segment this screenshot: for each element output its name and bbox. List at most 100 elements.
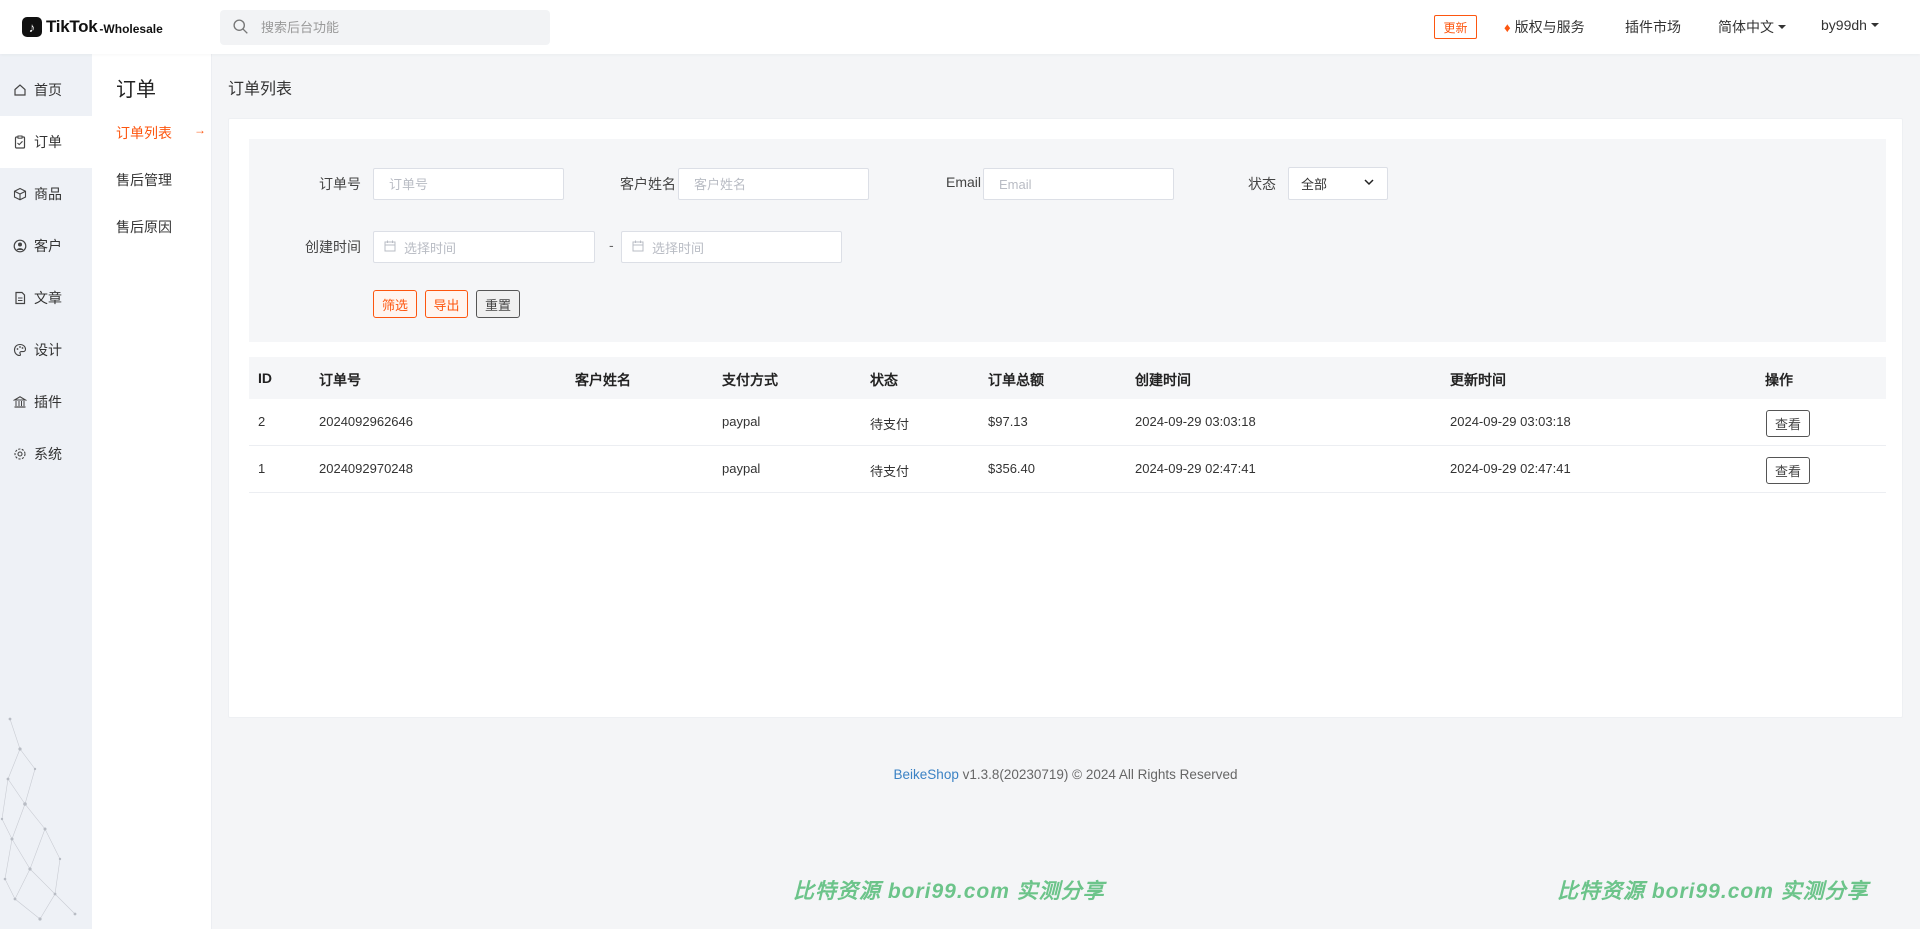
created-start-date-picker[interactable]: 选择时间: [373, 231, 595, 263]
sidebar-item-customers[interactable]: 客户: [0, 220, 92, 272]
update-badge[interactable]: 更新: [1434, 15, 1477, 39]
chevron-down-icon: [1363, 176, 1375, 191]
arrow-right-icon: →: [194, 123, 206, 137]
watermark: 比特资源 bori99.com 实测分享: [1557, 880, 1869, 903]
cell-total: $97.13: [988, 414, 1028, 429]
email-field[interactable]: [983, 168, 1174, 200]
subnav-item-after-sales[interactable]: 售后管理: [116, 170, 206, 190]
column-header: 支付方式: [722, 372, 778, 388]
search-input[interactable]: [261, 20, 531, 35]
view-order-button[interactable]: 查看: [1766, 410, 1810, 437]
reset-button[interactable]: 重置: [476, 290, 520, 318]
sidebar-item-label: 商品: [34, 186, 62, 202]
cell-status: 待支付: [870, 417, 910, 432]
sub-navigation: 订单 订单列表 → 售后管理 售后原因: [92, 54, 212, 929]
gear-icon: [13, 447, 27, 461]
page-footer: BeikeShop v1.3.8(20230719) © 2024 All Ri…: [228, 767, 1903, 782]
subnav-item-order-list[interactable]: 订单列表 →: [116, 123, 206, 143]
copyright-service-link[interactable]: ♦ 版权与服务: [1504, 17, 1585, 37]
order-list-card: 订单号 客户姓名 Email 状态 全部 创建时间 选择时间 - 选择时间 筛选…: [228, 118, 1903, 718]
subnav-item-label: 订单列表: [116, 125, 172, 141]
created-end-date-picker[interactable]: 选择时间: [621, 231, 842, 263]
main-sidebar: 首页 订单 商品 客户 文章 设计 插件 系统: [0, 54, 92, 929]
network-decoration: [0, 717, 77, 921]
date-placeholder: 选择时间: [404, 240, 457, 256]
status-select-value: 全部: [1301, 177, 1328, 192]
column-header: 操作: [1765, 372, 1793, 388]
palette-icon: [13, 343, 27, 357]
customer-name-field[interactable]: [678, 168, 869, 200]
tiktok-logo-icon: ♪: [22, 17, 42, 37]
footer-brand-link[interactable]: BeikeShop: [894, 767, 959, 782]
sidebar-item-home[interactable]: 首页: [0, 64, 92, 116]
cell-payment: paypal: [722, 414, 761, 429]
sidebar-item-label: 首页: [34, 82, 62, 98]
watermark: 比特资源 bori99.com 实测分享: [793, 880, 1105, 903]
user-name: by99dh: [1821, 17, 1867, 33]
cell-updated: 2024-09-29 02:47:41: [1450, 461, 1571, 476]
order-no-field[interactable]: [373, 168, 564, 200]
clipboard-icon: [13, 135, 27, 149]
created-time-label: 创建时间: [305, 239, 361, 255]
sidebar-item-plugins[interactable]: 插件: [0, 376, 92, 428]
chevron-down-icon: [1870, 23, 1879, 27]
column-header: 状态: [870, 372, 898, 388]
subnav-item-after-sales-reasons[interactable]: 售后原因: [116, 217, 206, 237]
box-icon: [13, 187, 27, 201]
table-row: 1 2024092970248 paypal 待支付 $356.40 2024-…: [249, 446, 1886, 493]
cell-id: 1: [258, 461, 266, 476]
calendar-icon: [384, 240, 404, 255]
filter-panel: 订单号 客户姓名 Email 状态 全部 创建时间 选择时间 - 选择时间 筛选…: [249, 139, 1886, 342]
cell-total: $356.40: [988, 461, 1035, 476]
table-row: 2 2024092962646 paypal 待支付 $97.13 2024-0…: [249, 399, 1886, 446]
table-header: ID 订单号 客户姓名 支付方式 状态 订单总额 创建时间 更新时间 操作: [249, 357, 1886, 399]
order-no-label: 订单号: [319, 176, 361, 192]
date-range-separator: -: [609, 237, 614, 253]
sidebar-item-system[interactable]: 系统: [0, 428, 92, 480]
plugin-market-link[interactable]: 插件市场: [1625, 17, 1681, 37]
sidebar-item-label: 文章: [34, 290, 62, 306]
column-header: ID: [258, 370, 272, 386]
cell-order-no: 2024092970248: [319, 461, 413, 476]
logo[interactable]: ♪ TikTok -Wholesale: [22, 15, 163, 39]
column-header: 客户姓名: [575, 372, 631, 388]
footer-copyright: v1.3.8(20230719) © 2024 All Rights Reser…: [958, 767, 1238, 782]
cell-created: 2024-09-29 03:03:18: [1135, 414, 1256, 429]
cell-order-no: 2024092962646: [319, 414, 413, 429]
sidebar-item-orders[interactable]: 订单: [0, 116, 92, 168]
column-header: 创建时间: [1135, 372, 1191, 388]
sidebar-item-label: 系统: [34, 446, 62, 462]
logo-suffix: -Wholesale: [99, 21, 163, 36]
user-menu[interactable]: by99dh: [1821, 17, 1879, 33]
email-label: Email: [945, 174, 981, 190]
sidebar-item-label: 客户: [34, 238, 62, 254]
search-bar[interactable]: [220, 10, 550, 45]
diamond-icon: ♦: [1504, 19, 1511, 35]
document-icon: [13, 291, 27, 305]
page-title: 订单列表: [228, 81, 293, 98]
customer-name-label: 客户姓名: [620, 176, 676, 192]
logo-text: TikTok: [46, 17, 98, 36]
cell-created: 2024-09-29 02:47:41: [1135, 461, 1256, 476]
export-button[interactable]: 导出: [425, 290, 468, 318]
chevron-down-icon: [1778, 25, 1786, 29]
subnav-title: 订单: [116, 79, 156, 101]
cell-status: 待支付: [870, 464, 910, 479]
filter-button[interactable]: 筛选: [373, 290, 417, 318]
sidebar-item-products[interactable]: 商品: [0, 168, 92, 220]
cell-updated: 2024-09-29 03:03:18: [1450, 414, 1571, 429]
status-label: 状态: [1248, 176, 1276, 192]
status-select[interactable]: 全部: [1288, 167, 1388, 200]
language-selector[interactable]: 简体中文: [1718, 17, 1786, 37]
cell-id: 2: [258, 414, 266, 429]
sidebar-item-label: 订单: [34, 134, 62, 150]
calendar-icon: [632, 240, 652, 255]
home-icon: [13, 83, 27, 97]
view-order-button[interactable]: 查看: [1766, 457, 1810, 484]
column-header: 更新时间: [1450, 372, 1506, 388]
date-placeholder: 选择时间: [652, 240, 705, 256]
sidebar-item-articles[interactable]: 文章: [0, 272, 92, 324]
sidebar-item-label: 插件: [34, 394, 62, 410]
sidebar-item-design[interactable]: 设计: [0, 324, 92, 376]
sidebar-item-label: 设计: [34, 342, 62, 358]
